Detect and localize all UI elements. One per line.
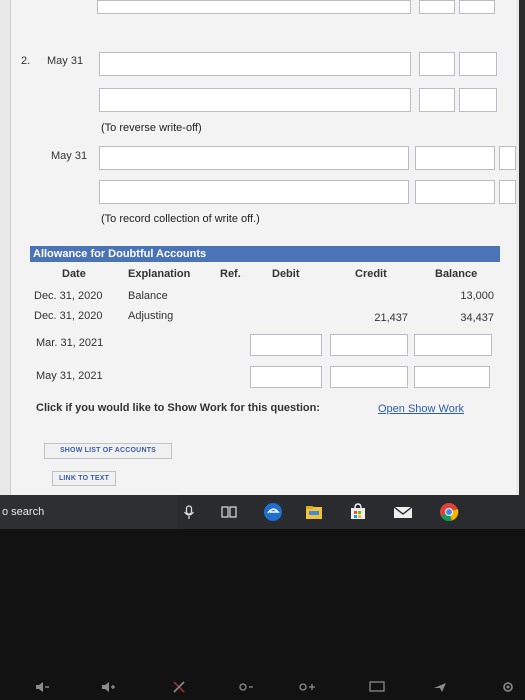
volume-down-icon bbox=[36, 682, 49, 692]
credit-field-1[interactable] bbox=[459, 52, 497, 76]
account-field-4[interactable] bbox=[99, 180, 409, 204]
airplane-mode-icon bbox=[434, 683, 446, 692]
col-balance: Balance bbox=[435, 268, 478, 280]
row2-explanation: Adjusting bbox=[128, 310, 174, 322]
debit-field-1[interactable] bbox=[419, 52, 455, 76]
row3-date: Mar. 31, 2021 bbox=[36, 337, 104, 349]
row2-balance: 34,437 bbox=[460, 312, 494, 324]
credit-field-top[interactable] bbox=[459, 0, 495, 14]
account-field-2[interactable] bbox=[99, 88, 411, 112]
store-icon[interactable] bbox=[348, 503, 368, 521]
show-work-prompt: Click if you would like to Show Work for… bbox=[36, 402, 320, 414]
taskbar-search[interactable]: o search bbox=[0, 495, 177, 529]
row4-date: May 31, 2021 bbox=[36, 370, 103, 382]
row1-balance: 13,000 bbox=[460, 290, 494, 302]
screen: 2. May 31 (To reverse write-off) May 31 … bbox=[0, 0, 525, 495]
row1-explanation: Balance bbox=[128, 290, 168, 302]
task-view-icon[interactable] bbox=[220, 503, 238, 521]
row4-debit-field[interactable] bbox=[250, 366, 322, 388]
row3-balance-field[interactable] bbox=[414, 334, 492, 356]
row1-date: Dec. 31, 2020 bbox=[34, 290, 103, 302]
debit-field-4[interactable] bbox=[415, 180, 495, 204]
col-explanation: Explanation bbox=[128, 268, 191, 280]
brightness-down-icon bbox=[239, 683, 253, 691]
row3-credit-field[interactable] bbox=[330, 334, 408, 356]
entry-number: 2. bbox=[21, 55, 31, 67]
brightness-up-icon bbox=[299, 683, 315, 691]
volume-up-icon bbox=[102, 682, 115, 692]
entry-date-2: May 31 bbox=[51, 150, 88, 162]
mute-icon bbox=[173, 681, 185, 693]
row2-credit: 21,437 bbox=[374, 312, 408, 324]
col-ref: Ref. bbox=[220, 268, 241, 280]
edge-browser-icon[interactable] bbox=[262, 501, 284, 523]
settings-icon bbox=[503, 682, 513, 692]
col-date: Date bbox=[62, 268, 86, 280]
row4-credit-field[interactable] bbox=[330, 366, 408, 388]
credit-field-3[interactable] bbox=[499, 146, 516, 170]
file-explorer-icon[interactable] bbox=[304, 503, 324, 521]
col-credit: Credit bbox=[355, 268, 387, 280]
debit-field-2[interactable] bbox=[419, 88, 455, 112]
credit-field-2[interactable] bbox=[459, 88, 497, 112]
mail-icon[interactable] bbox=[392, 503, 414, 521]
taskbar: o search bbox=[0, 495, 525, 529]
link-to-text-button[interactable]: LINK TO TEXT bbox=[52, 471, 116, 486]
account-field-3[interactable] bbox=[99, 146, 409, 170]
account-field-1[interactable] bbox=[99, 52, 411, 76]
microphone-icon[interactable] bbox=[180, 503, 198, 521]
show-list-of-accounts-button[interactable]: SHOW LIST OF ACCOUNTS bbox=[44, 443, 172, 459]
collection-note: (To record collection of write off.) bbox=[101, 213, 260, 225]
col-debit: Debit bbox=[272, 268, 300, 280]
taskbar-search-text: o search bbox=[2, 506, 45, 518]
open-show-work-link[interactable]: Open Show Work bbox=[378, 403, 464, 415]
credit-field-4[interactable] bbox=[499, 180, 516, 204]
row2-date: Dec. 31, 2020 bbox=[34, 310, 103, 322]
entry-date-1: May 31 bbox=[47, 55, 84, 67]
display-icon bbox=[369, 681, 385, 692]
reverse-writeoff-note: (To reverse write-off) bbox=[101, 122, 202, 134]
debit-field-top[interactable] bbox=[419, 0, 455, 14]
row4-balance-field[interactable] bbox=[414, 366, 490, 388]
debit-field-3[interactable] bbox=[415, 146, 495, 170]
row3-debit-field[interactable] bbox=[250, 334, 322, 356]
keyboard-area bbox=[0, 529, 525, 700]
chrome-icon[interactable] bbox=[438, 501, 460, 523]
account-field-top[interactable] bbox=[97, 0, 411, 14]
ledger-title: Allowance for Doubtful Accounts bbox=[30, 246, 500, 262]
